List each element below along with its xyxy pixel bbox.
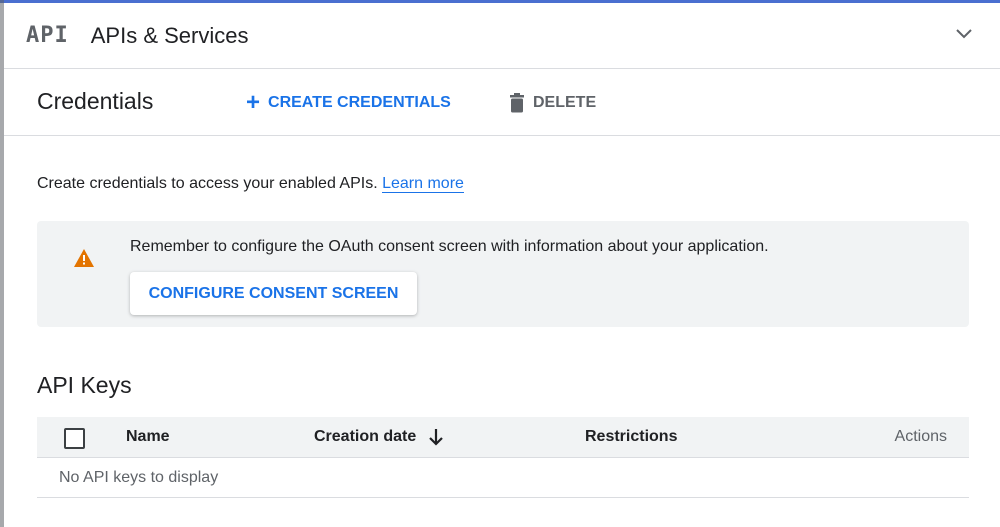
oauth-warning-banner: Remember to configure the OAuth consent … — [37, 221, 969, 327]
trash-icon — [510, 93, 524, 113]
app-header: API APIs & Services — [4, 3, 1000, 69]
api-keys-table: Name Creation date Restrictions Actions … — [37, 417, 969, 498]
table-header: Name Creation date Restrictions Actions — [37, 417, 969, 458]
delete-label: DELETE — [533, 94, 597, 111]
banner-message: Remember to configure the OAuth consent … — [130, 238, 769, 255]
intro-text: Create credentials to access your enable… — [37, 175, 464, 193]
plus-icon: + — [246, 89, 261, 116]
app-title: APIs & Services — [90, 22, 249, 48]
creation-date-label: Creation date — [314, 428, 417, 445]
configure-consent-screen-button[interactable]: CONFIGURE CONSENT SCREEN — [130, 272, 417, 315]
column-header-creation-date[interactable]: Creation date — [314, 428, 444, 446]
column-header-actions: Actions — [894, 428, 947, 445]
select-all-checkbox[interactable] — [64, 428, 85, 449]
delete-button[interactable]: DELETE — [509, 90, 596, 116]
empty-message: No API keys to display — [59, 469, 219, 486]
column-header-restrictions[interactable]: Restrictions — [585, 428, 677, 446]
chevron-down-icon[interactable] — [954, 23, 974, 43]
empty-table-row: No API keys to display — [37, 458, 969, 498]
column-header-name[interactable]: Name — [126, 428, 170, 446]
intro-message: Create credentials to access your enable… — [37, 175, 378, 192]
api-logo-icon: API — [26, 23, 69, 48]
page-title: Credentials — [37, 88, 154, 114]
learn-more-link[interactable]: Learn more — [382, 175, 464, 193]
page-toolbar: Credentials + CREATE CREDENTIALS DELETE — [4, 70, 1000, 136]
warning-icon — [74, 249, 94, 267]
arrow-down-icon — [429, 429, 444, 446]
api-keys-heading: API Keys — [37, 372, 132, 398]
create-credentials-button[interactable]: + CREATE CREDENTIALS — [246, 90, 451, 116]
create-credentials-label: CREATE CREDENTIALS — [268, 94, 451, 111]
